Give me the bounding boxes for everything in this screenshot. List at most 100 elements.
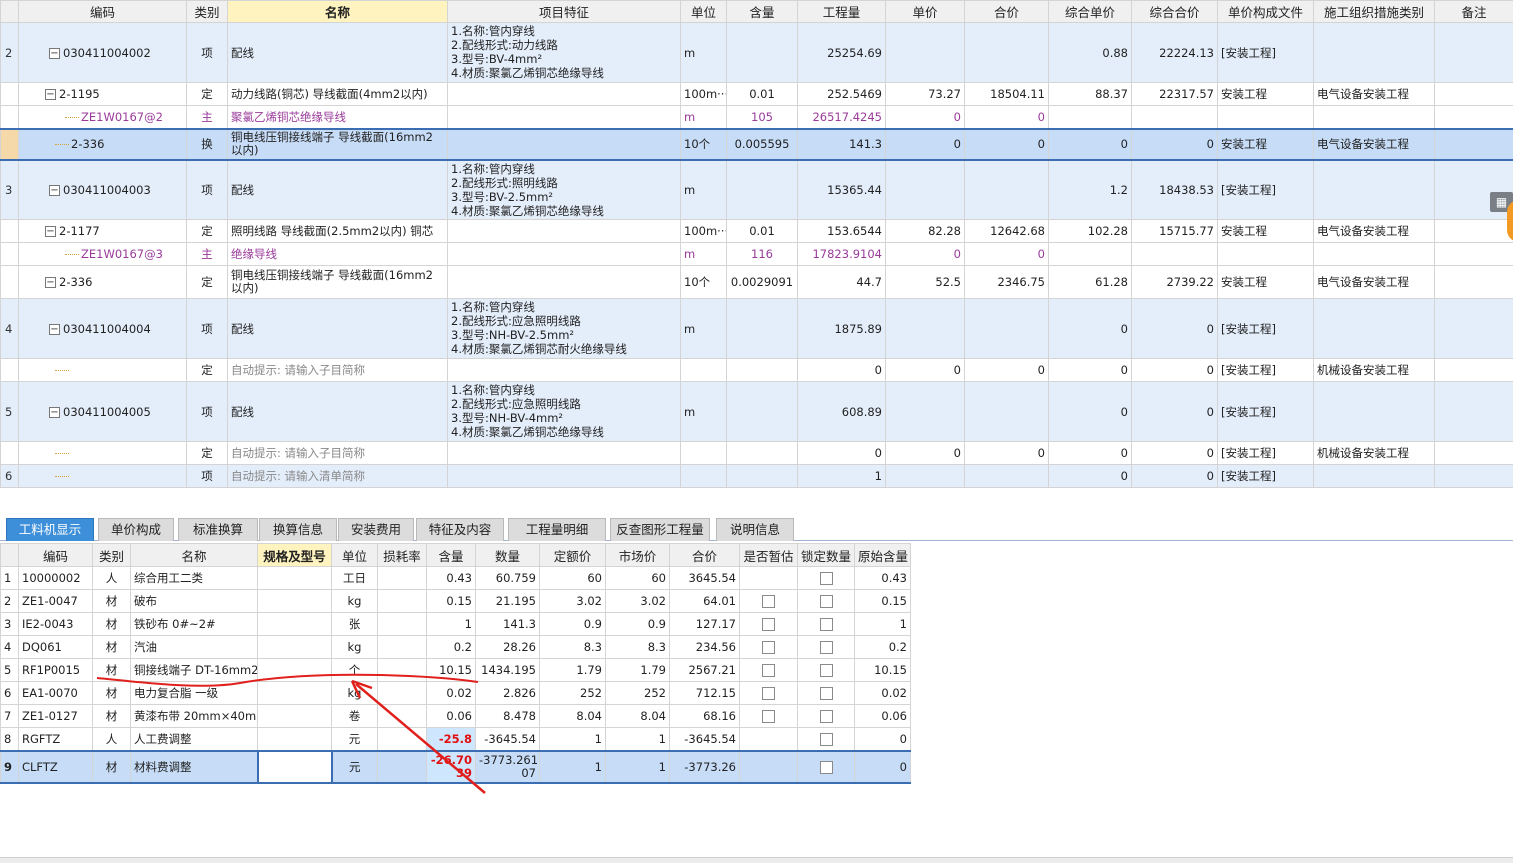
spec-input[interactable]	[257, 612, 332, 636]
unit-comp-cell[interactable]: 61.28	[1048, 265, 1132, 299]
bill-row[interactable]: 5−030411004005 项配线 1.名称:管内穿线 2.配线形式:应急照明线路 3…	[0, 381, 1513, 442]
resource-total[interactable]: 68.16	[669, 704, 740, 728]
unit-cell[interactable]: m	[680, 242, 727, 266]
row-number[interactable]: 7	[0, 704, 19, 728]
bill-row[interactable]: 2-336 换铜电线压铜接线端子 导线截面(16mm2以内) 10个 0.005595…	[0, 127, 1513, 161]
org-category-cell[interactable]: 电气设备安装工程	[1313, 265, 1435, 299]
features-cell[interactable]	[447, 441, 681, 465]
row-number[interactable]	[0, 219, 19, 243]
price-cell[interactable]	[885, 381, 965, 442]
resource-header-6[interactable]: 损耗率	[377, 543, 427, 567]
collapse-icon[interactable]: −	[49, 47, 60, 59]
bill-row[interactable]: ZE1W0167@3 主绝缘导线 m 116 17823.9104 0 0	[0, 242, 1513, 266]
note-cell[interactable]	[1434, 381, 1513, 442]
resource-total[interactable]: 712.15	[669, 681, 740, 705]
content-cell[interactable]	[726, 441, 798, 465]
lock-cell[interactable]	[797, 612, 855, 636]
resource-header-12[interactable]: 是否暂估	[739, 543, 798, 567]
org-category-cell[interactable]	[1313, 464, 1435, 488]
base-price[interactable]: 1	[539, 727, 606, 751]
note-cell[interactable]	[1434, 298, 1513, 359]
resource-kind[interactable]: 材	[92, 612, 131, 636]
row-number[interactable]: 8	[0, 727, 19, 751]
resource-unit[interactable]: 个	[331, 658, 378, 682]
row-number[interactable]	[0, 242, 19, 266]
resource-name[interactable]: 铁砂布 0#~2#	[130, 612, 258, 636]
resource-total[interactable]: -3773.26	[669, 749, 740, 784]
resource-header-2[interactable]: 类别	[92, 543, 131, 567]
code-cell[interactable]: −030411004005	[18, 381, 187, 442]
kind-cell[interactable]: 定	[186, 358, 228, 382]
code-cell[interactable]	[18, 358, 187, 382]
kind-cell[interactable]: 项	[186, 464, 228, 488]
content-cell[interactable]	[726, 22, 798, 83]
resource-name[interactable]: 铜接线端子 DT-16mm2	[130, 658, 258, 682]
resource-row[interactable]: 2 ZE1-0047 材破布 kg 0.15 21.195 3.02 3.02 64.01 0.1…	[0, 589, 911, 613]
spec-input[interactable]	[256, 749, 333, 784]
kind-cell[interactable]: 定	[186, 219, 228, 243]
row-number[interactable]: 2	[0, 22, 19, 83]
base-price[interactable]: 60	[539, 566, 606, 590]
resource-content[interactable]: -25.8	[426, 727, 476, 751]
row-number[interactable]	[0, 82, 19, 106]
content-cell[interactable]	[726, 298, 798, 359]
header-9[interactable]: 合价	[964, 0, 1049, 23]
row-number[interactable]	[0, 441, 19, 465]
resource-code[interactable]: 10000002	[18, 566, 93, 590]
resource-row[interactable]: 8 RGFTZ 人人工费调整元 -25.8 -3645.54 1 1 -3645.54 0	[0, 727, 911, 751]
note-cell[interactable]	[1434, 358, 1513, 382]
kind-cell[interactable]: 定	[186, 82, 228, 106]
tab-6[interactable]: 工程量明细	[508, 518, 606, 541]
name-cell[interactable]: 自动提示: 请输入清单简称	[227, 464, 448, 488]
price-cell[interactable]	[885, 159, 965, 220]
tab-4[interactable]: 安装费用	[338, 518, 414, 541]
header-8[interactable]: 单价	[885, 0, 965, 23]
price-cell[interactable]: 0	[885, 441, 965, 465]
bill-row[interactable]: 4−030411004004 项配线 1.名称:管内穿线 2.配线形式:应急照明线路 3…	[0, 298, 1513, 359]
header-13[interactable]: 施工组织措施类别	[1313, 0, 1435, 23]
resource-name[interactable]: 破布	[130, 589, 258, 613]
note-cell[interactable]	[1434, 105, 1513, 129]
price-cell[interactable]: 0	[885, 105, 965, 129]
quantity-cell[interactable]: 0	[797, 441, 886, 465]
quantity-cell[interactable]: 26517.4245	[797, 105, 886, 129]
resource-content[interactable]: 0.2	[426, 635, 476, 659]
resource-code[interactable]: RF1P0015	[18, 658, 93, 682]
lock-checkbox[interactable]	[819, 664, 833, 677]
resource-total[interactable]: 2567.21	[669, 658, 740, 682]
unit-cell[interactable]: 10个	[680, 265, 727, 299]
tab-1[interactable]: 单价构成	[98, 518, 174, 541]
name-cell[interactable]: 动力线路(铜芯) 导线截面(4mm2以内)	[227, 82, 448, 106]
header-0[interactable]	[0, 0, 19, 23]
features-cell[interactable]	[447, 464, 681, 488]
org-category-cell[interactable]	[1313, 22, 1435, 83]
unit-cell[interactable]: m	[680, 298, 727, 359]
resource-unit[interactable]: 元	[331, 749, 378, 784]
resource-name[interactable]: 黄漆布带 20mm×40m	[130, 704, 258, 728]
name-cell[interactable]: 配线	[227, 159, 448, 220]
spec-input[interactable]	[257, 704, 332, 728]
row-number[interactable]	[0, 265, 19, 299]
name-cell[interactable]: 聚氯乙烯铜芯绝缘导线	[227, 105, 448, 129]
resource-quantity[interactable]: 21.195	[475, 589, 540, 613]
resource-row[interactable]: 4 DQ061 材汽油 kg 0.2 28.26 8.3 8.3 234.56 0.2	[0, 635, 911, 659]
header-7[interactable]: 工程量	[797, 0, 886, 23]
resource-code[interactable]: ZE1-0127	[18, 704, 93, 728]
resource-code[interactable]: DQ061	[18, 635, 93, 659]
lock-checkbox[interactable]	[819, 572, 833, 585]
bill-row[interactable]: 6 项自动提示: 请输入清单简称 1 0 0 [安装工程]	[0, 464, 1513, 488]
price-cell[interactable]: 0	[885, 358, 965, 382]
loss-rate[interactable]	[377, 589, 427, 613]
resource-row[interactable]: 3 IE2-0043 材铁砂布 0#~2# 张 1 141.3 0.9 0.9 127.17 1	[0, 612, 911, 636]
market-price[interactable]: 8.04	[605, 704, 670, 728]
lock-checkbox[interactable]	[819, 760, 833, 774]
resource-name[interactable]: 人工费调整	[130, 727, 258, 751]
code-cell[interactable]: −030411004004	[18, 298, 187, 359]
resource-kind[interactable]: 人	[92, 727, 131, 751]
lock-cell[interactable]	[797, 704, 855, 728]
unit-comp-cell[interactable]: 0	[1048, 358, 1132, 382]
unit-cell[interactable]	[680, 464, 727, 488]
estimate-checkbox[interactable]	[762, 687, 775, 700]
row-number[interactable]	[0, 358, 19, 382]
estimate-checkbox[interactable]	[762, 641, 775, 654]
